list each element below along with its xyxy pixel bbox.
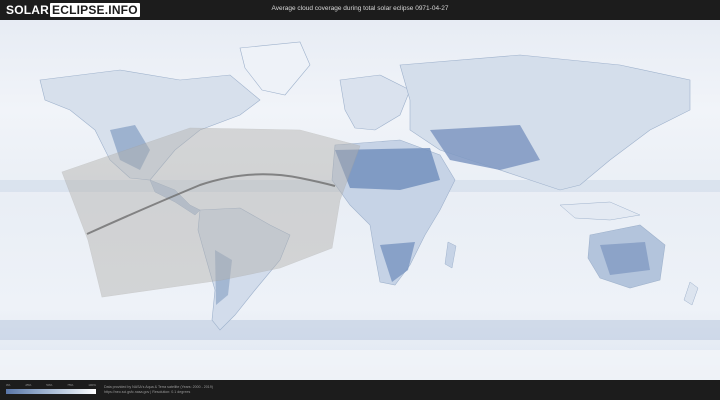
legend-ticks: 0% 25% 50% 75% 100% (6, 383, 96, 388)
data-credit: Data provided by NASA's Aqua & Terra sat… (104, 385, 213, 395)
footer-bar: 0% 25% 50% 75% 100% Data provided by NAS… (0, 380, 720, 400)
cloud-coverage-map (0, 20, 720, 380)
legend-tick-25: 25% (25, 383, 32, 387)
page-title: Average cloud coverage during total sola… (271, 5, 449, 12)
world-map-svg (0, 20, 720, 380)
legend-tick-75: 75% (67, 383, 74, 387)
header-bar: SOLAR ECLIPSE.INFO Average cloud coverag… (0, 0, 720, 20)
antarctica-region (0, 350, 720, 380)
legend-tick-50: 50% (46, 383, 53, 387)
legend-tick-100: 100% (88, 383, 96, 387)
legend-tick-0: 0% (6, 383, 11, 387)
credit-line-2[interactable]: https://neo.sci.gsfc.nasa.gov | Resoluti… (104, 390, 213, 395)
cloud-coverage-legend-bar (6, 389, 96, 394)
southern-ocean-band (0, 320, 720, 340)
